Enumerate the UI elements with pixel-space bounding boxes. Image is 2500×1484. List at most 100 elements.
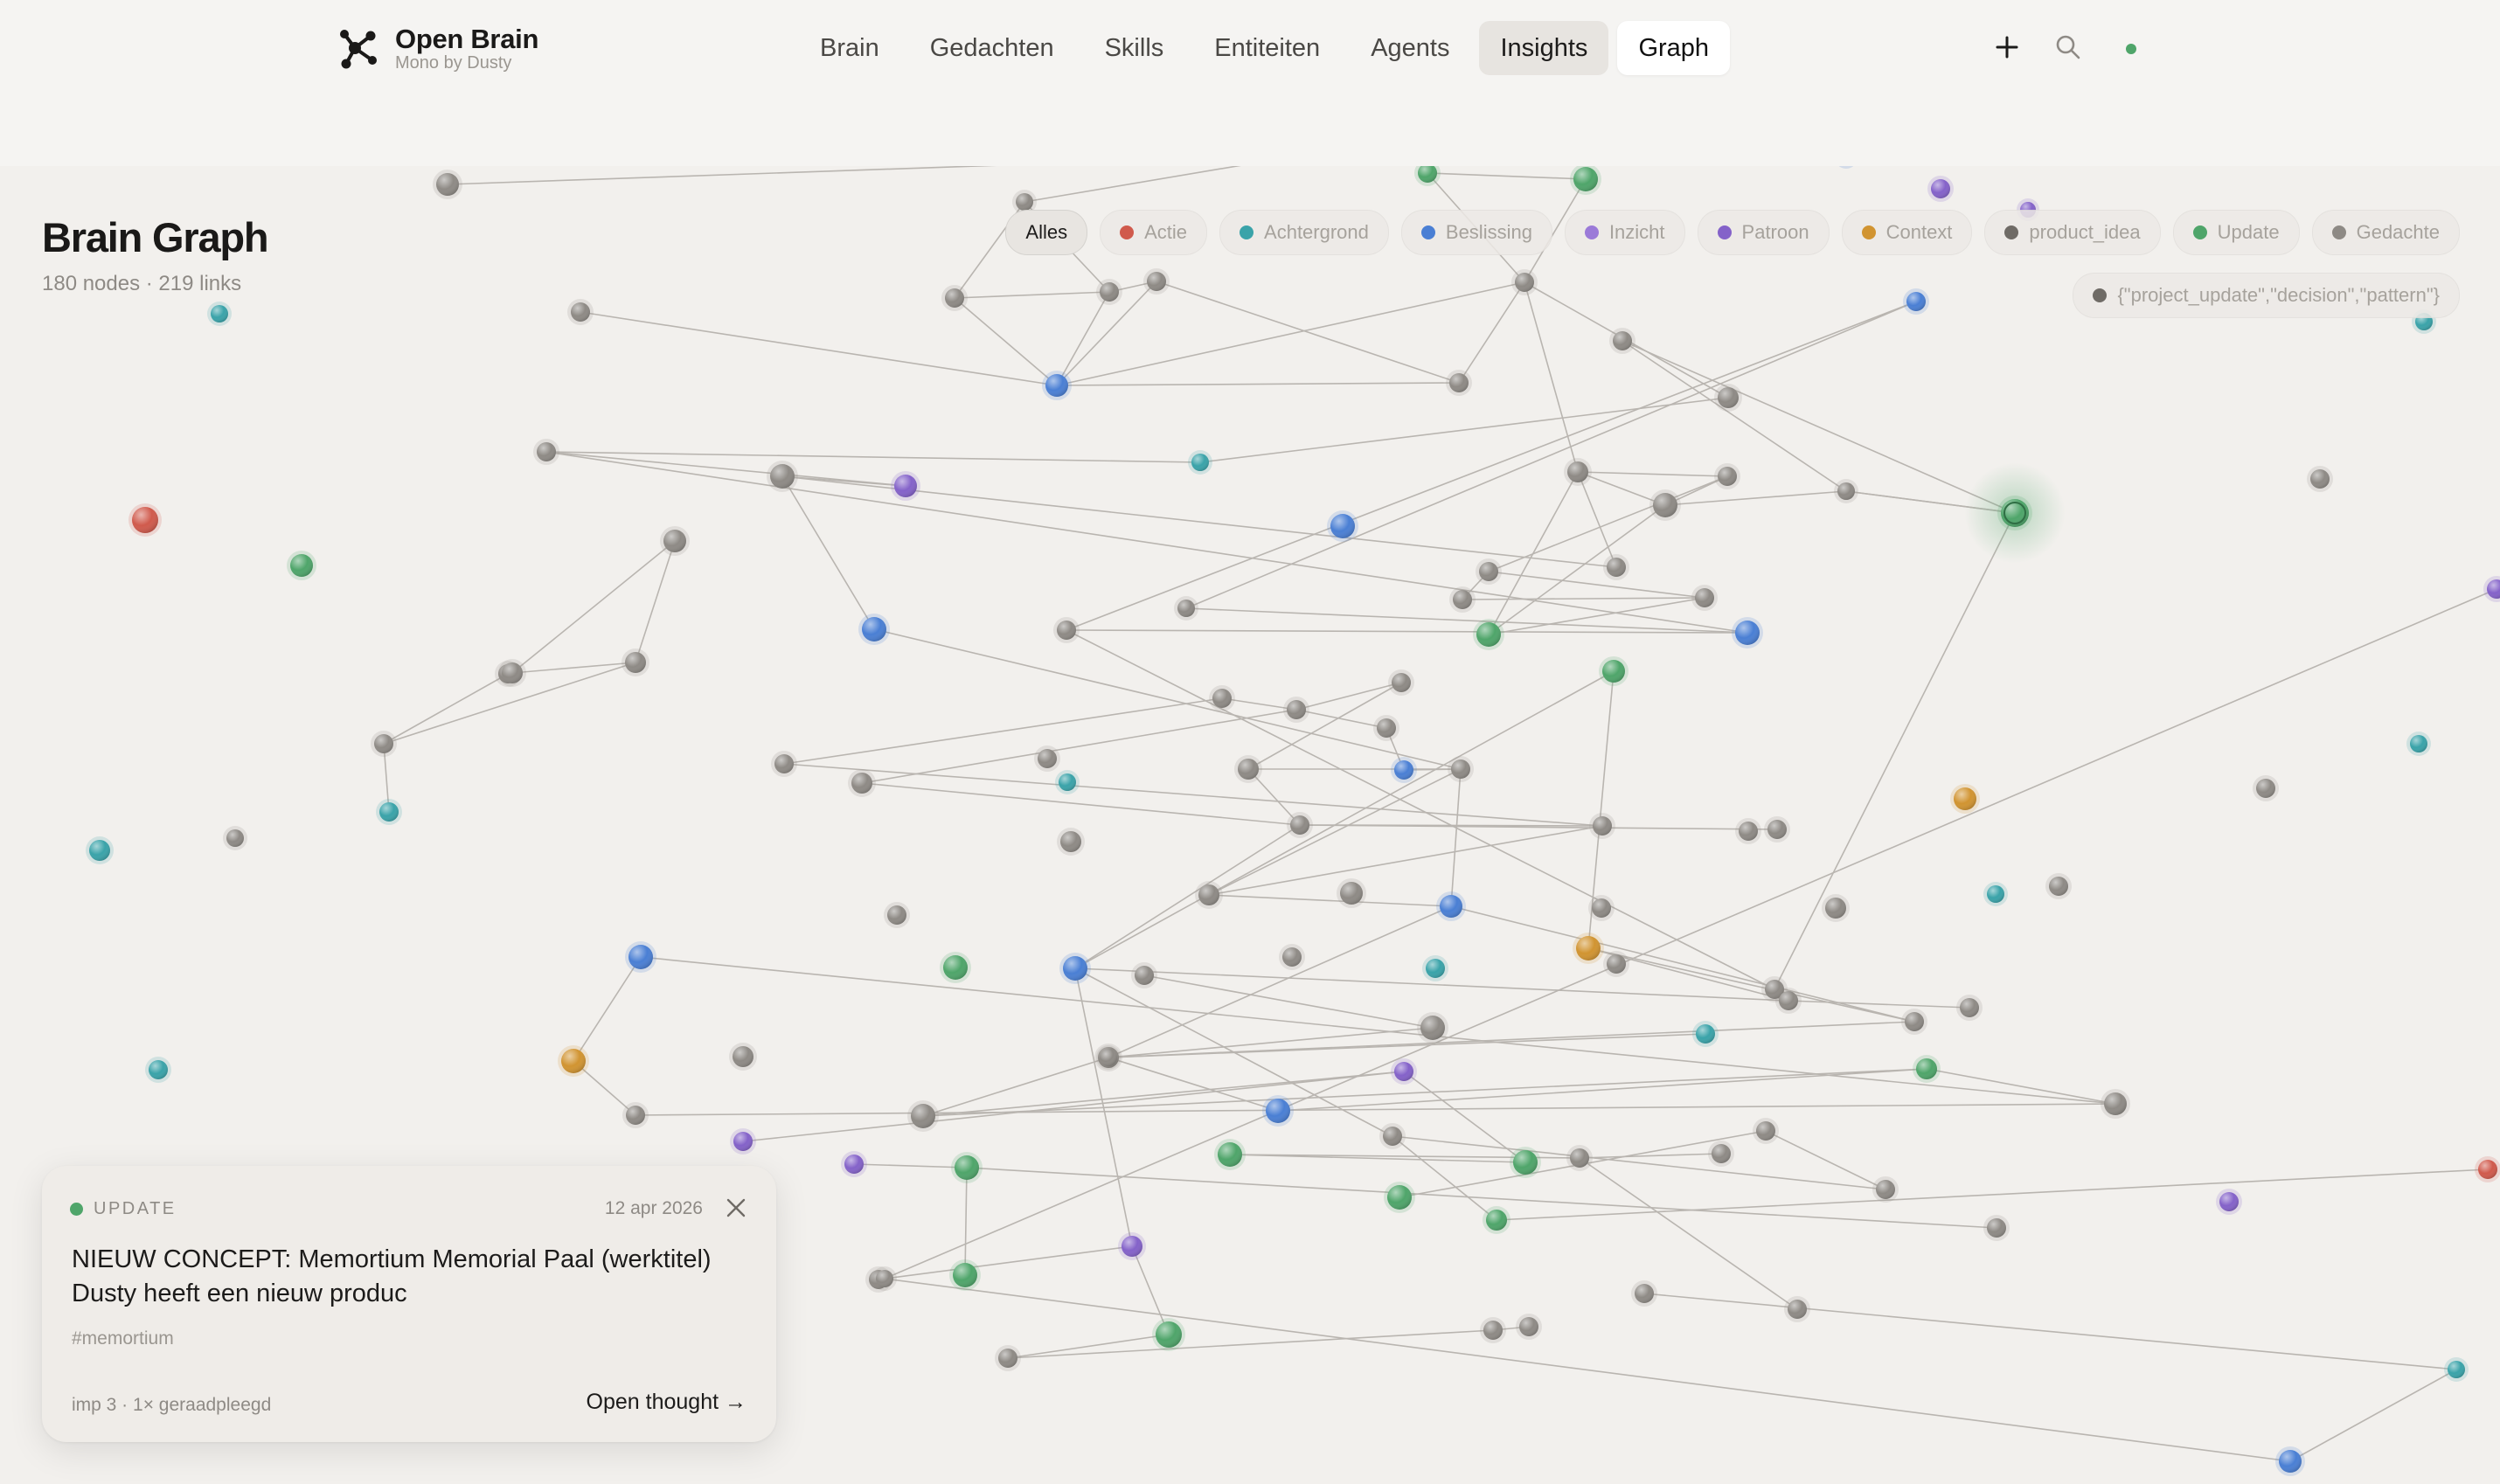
graph-node-shade xyxy=(1695,588,1714,607)
filter-achtergrond[interactable]: Achtergrond xyxy=(1219,210,1389,255)
nav-insights[interactable]: Insights xyxy=(1479,21,1609,75)
graph-node-shade xyxy=(894,475,917,497)
graph-node-shade xyxy=(1602,660,1625,683)
graph-node-shade xyxy=(1607,954,1626,974)
graph-link xyxy=(635,540,676,663)
graph-link xyxy=(1622,340,2016,514)
dot-icon xyxy=(1240,225,1254,239)
graph-link xyxy=(1450,768,1462,907)
graph-node-shade xyxy=(2310,469,2330,489)
graph-node-shade xyxy=(1387,1185,1412,1210)
filter-gedachte[interactable]: Gedachte xyxy=(2311,210,2460,255)
filter-label: Achtergrond xyxy=(1264,221,1369,243)
graph-node-shade xyxy=(1513,1150,1538,1175)
plus-icon[interactable] xyxy=(1990,30,2024,65)
graph-link xyxy=(1788,1000,1970,1009)
graph-link xyxy=(964,1167,968,1276)
filter-actie[interactable]: Actie xyxy=(1100,210,1208,255)
thought-tag[interactable]: #memortium xyxy=(72,1328,174,1349)
dot-icon xyxy=(1584,225,1599,239)
graph-link xyxy=(1577,471,1617,568)
brand[interactable]: Open Brain Mono by Dusty xyxy=(337,24,538,72)
filter-inzicht[interactable]: Inzicht xyxy=(1564,210,1685,255)
graph-link xyxy=(1774,512,2016,990)
graph-node-shade xyxy=(1486,1210,1507,1231)
graph-node-shade xyxy=(1394,1062,1413,1081)
open-thought-link[interactable]: Open thought → xyxy=(587,1390,747,1415)
filter-product-idea[interactable]: product_idea xyxy=(1984,210,2161,255)
graph-link xyxy=(783,763,1603,827)
dot-icon xyxy=(1717,225,1732,239)
graph-link xyxy=(1208,768,1462,896)
nav-gedachten[interactable]: Gedachten xyxy=(909,21,1075,75)
graph-node-shade xyxy=(1931,179,1950,198)
filter-alles[interactable]: Alles xyxy=(1005,210,1088,255)
graph-node-shade xyxy=(1735,621,1760,645)
graph-link xyxy=(1066,629,1775,990)
graph-link xyxy=(383,673,509,745)
nav-entiteiten[interactable]: Entiteiten xyxy=(1193,21,1341,75)
dot-icon xyxy=(1420,225,1435,239)
thought-preview-card: UPDATE 12 apr 2026 NIEUW CONCEPT: Memort… xyxy=(42,1166,776,1442)
graph-link xyxy=(1074,824,1301,969)
graph-node-shade xyxy=(2219,1192,2239,1211)
graph-link xyxy=(1392,1135,1886,1190)
filter-label: Update xyxy=(2217,221,2280,243)
graph-node-shade xyxy=(1451,759,1470,779)
graph-node-shade xyxy=(211,305,228,322)
graph-node-shade xyxy=(1191,454,1209,471)
graph-node-shade xyxy=(887,905,906,925)
graph-node-shade xyxy=(998,1349,1017,1368)
graph-node-shade xyxy=(502,662,523,683)
graph-node-shade xyxy=(1045,374,1068,397)
graph-node-shade xyxy=(1038,749,1057,768)
graph-node-shade xyxy=(1593,816,1612,836)
graph-node-shade xyxy=(1756,1121,1775,1141)
graph-node-shade xyxy=(1282,947,1302,967)
graph-node-shade xyxy=(953,1263,977,1287)
graph-node-shade xyxy=(1567,461,1588,482)
nav-skills[interactable]: Skills xyxy=(1084,21,1185,75)
graph-node-shade xyxy=(1212,689,1232,708)
nav-brain[interactable]: Brain xyxy=(799,21,900,75)
graph-node-shade xyxy=(1059,773,1076,791)
graph-link xyxy=(1295,682,1402,711)
dot-icon xyxy=(2192,225,2207,239)
filter-context[interactable]: Context xyxy=(1841,210,1973,255)
graph-node-shade xyxy=(436,173,459,196)
graph-node-shade xyxy=(851,773,872,794)
graph-node-shade xyxy=(1383,1127,1402,1146)
graph-node-shade xyxy=(1135,966,1154,985)
graph-node-shade xyxy=(1788,1300,1807,1319)
filter-project-update-decision-pattern[interactable]: {"project_update","decision","pattern"} xyxy=(2073,273,2460,318)
graph-link xyxy=(1450,905,1915,1023)
nav-graph[interactable]: Graph xyxy=(1617,21,1731,75)
graph-node-shade xyxy=(663,530,686,552)
graph-node-shade xyxy=(561,1049,586,1073)
graph-link xyxy=(1108,1027,1434,1058)
graph-link xyxy=(635,1103,2116,1116)
filter-label: Actie xyxy=(1144,221,1188,243)
graph-node-shade xyxy=(2448,1361,2465,1378)
graph-node-shade xyxy=(1016,193,1033,211)
graph-link xyxy=(1208,894,1452,907)
filter-beslissing[interactable]: Beslissing xyxy=(1400,210,1552,255)
filter-update[interactable]: Update xyxy=(2172,210,2300,255)
graph-node-shade xyxy=(1476,622,1501,647)
nav-agents[interactable]: Agents xyxy=(1350,21,1470,75)
thought-type-label: UPDATE xyxy=(94,1199,177,1218)
graph-link xyxy=(640,956,2116,1105)
graph-link xyxy=(853,1163,968,1168)
dot-icon xyxy=(1120,225,1135,239)
graph-node-shade xyxy=(1570,1148,1589,1168)
graph-node-shade xyxy=(1712,1144,1731,1163)
filter-patroon[interactable]: Patroon xyxy=(1697,210,1830,255)
dot-icon xyxy=(2093,288,2108,302)
dot-icon xyxy=(2331,225,2346,239)
app-subtitle: Mono by Dusty xyxy=(395,53,512,73)
graph-node-shade xyxy=(626,1106,645,1125)
graph-node-shade xyxy=(379,802,399,822)
search-icon[interactable] xyxy=(2052,31,2084,63)
close-icon[interactable] xyxy=(724,1196,748,1220)
graph-node-shade xyxy=(770,464,795,489)
